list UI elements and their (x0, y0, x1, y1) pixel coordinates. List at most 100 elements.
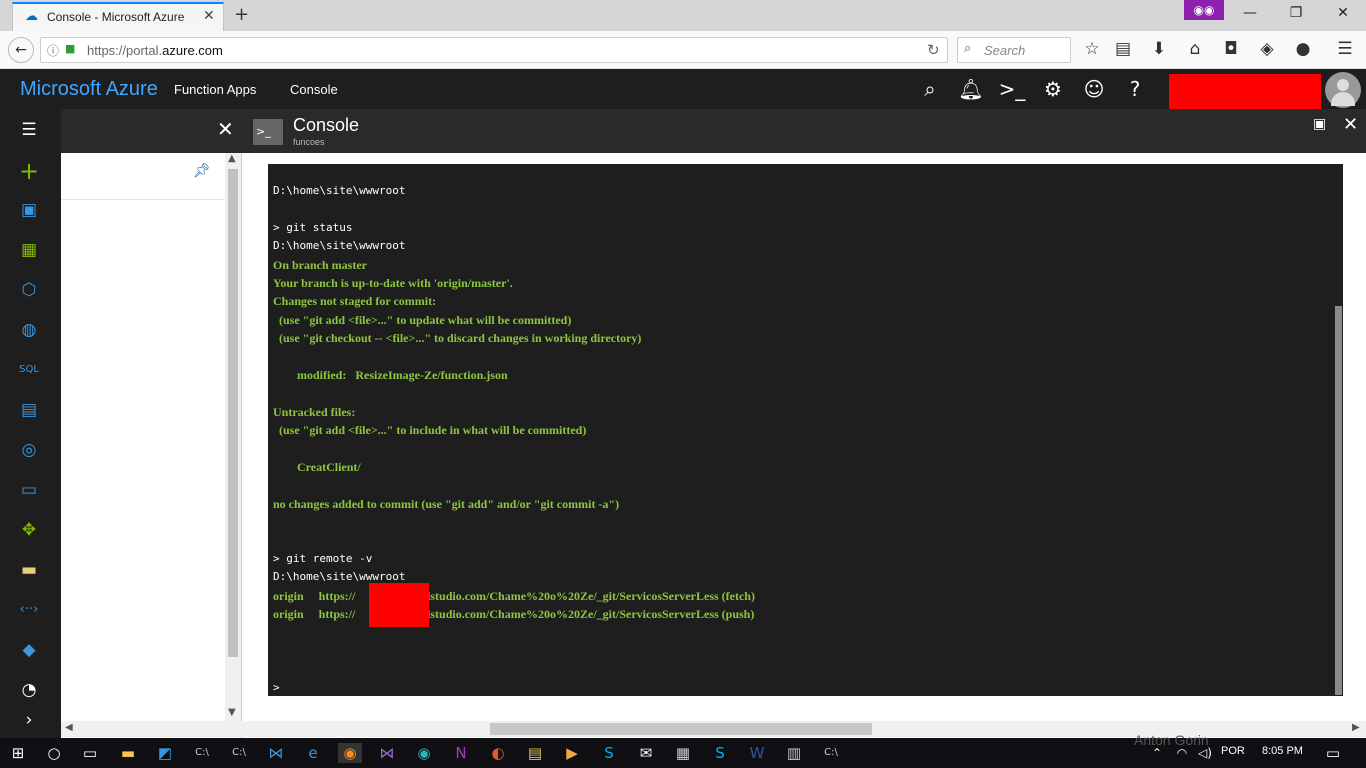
mail-icon[interactable]: ✉ (634, 743, 658, 763)
monitor-icon[interactable]: ▭ (14, 478, 44, 502)
browser-tab[interactable]: ☁ Console - Microsoft Azure ✕ (12, 2, 224, 31)
breadcrumb-console[interactable]: Console (290, 82, 338, 97)
planet-icon[interactable]: ◎ (14, 438, 44, 462)
diamond-icon[interactable]: ✥ (14, 518, 44, 542)
edge-icon[interactable]: e (301, 743, 325, 763)
grid-icon[interactable]: ▦ (14, 238, 44, 262)
url-bar[interactable]: ⓘ ■ https://portal.azure.com ↻ (40, 37, 948, 63)
shell-icon[interactable]: >_ (992, 75, 1032, 103)
home-icon[interactable]: ⌂ (1184, 39, 1206, 59)
language-indicator[interactable]: POR (1221, 745, 1245, 757)
gear-icon[interactable]: ⚙ (1033, 75, 1073, 103)
bookmark-star-icon[interactable]: ☆ (1081, 39, 1103, 59)
minimize-icon[interactable]: — (1240, 5, 1260, 21)
cmd-icon[interactable]: C:\ (190, 743, 214, 763)
clock[interactable]: 8:05 PM (1262, 745, 1303, 757)
scrollbar-thumb[interactable] (490, 723, 872, 735)
console-icon: >_ (253, 119, 283, 145)
profile-extension-icon[interactable]: ● (1292, 39, 1314, 59)
help-icon[interactable]: ? (1115, 75, 1155, 103)
extension-icon[interactable]: ◈ (1256, 39, 1278, 59)
onenote-icon[interactable]: N (449, 743, 473, 763)
divider (61, 199, 225, 200)
info-icon[interactable]: ⓘ (47, 42, 59, 59)
globe-icon[interactable]: ◍ (14, 318, 44, 342)
dashboard-icon[interactable]: ▣ (14, 198, 44, 222)
breadcrumb-function-apps[interactable]: Function Apps (174, 82, 256, 97)
smiley-icon[interactable]: ☺ (1074, 75, 1114, 103)
terminal-line: (use "git add <file>..." to update what … (273, 312, 572, 327)
maximize-icon[interactable]: ▣ (1313, 116, 1326, 132)
chevron-right-icon[interactable]: ▶ (1352, 722, 1360, 733)
pocket-icon[interactable]: ◘ (1220, 39, 1242, 59)
app-icon-2[interactable]: ◐ (486, 743, 510, 763)
skype-icon[interactable]: S (597, 743, 621, 763)
browser-tab-bar: ☁ Console - Microsoft Azure ✕ + ◉◉ — ❐ ✕ (0, 0, 1366, 31)
blade-close-icon[interactable]: ✕ (217, 117, 234, 141)
cmd-icon-2[interactable]: C:\ (227, 743, 251, 763)
azure-brand[interactable]: Microsoft Azure (20, 78, 158, 101)
tab-close-icon[interactable]: ✕ (203, 8, 215, 24)
chevron-up-icon[interactable]: ▲ (228, 153, 236, 164)
word-icon[interactable]: W (745, 743, 769, 763)
wifi-icon[interactable]: ◠ (1170, 743, 1194, 763)
plus-icon[interactable]: + (14, 159, 44, 183)
windows-start-icon[interactable]: ⊞ (6, 743, 30, 763)
url-text[interactable]: https://portal.azure.com (87, 43, 223, 58)
skype-icon-2[interactable]: S (708, 743, 732, 763)
reading-list-icon[interactable]: ▤ (1112, 39, 1134, 59)
avatar[interactable] (1325, 72, 1361, 108)
close-icon[interactable]: ✕ (1343, 114, 1358, 135)
chevron-right-icon[interactable]: › (14, 708, 44, 732)
hamburger-menu-icon[interactable]: ☰ (1334, 39, 1356, 59)
storage-icon[interactable]: ▤ (14, 398, 44, 422)
new-tab-icon[interactable]: + (234, 4, 249, 25)
media-icon[interactable]: ▶ (560, 743, 584, 763)
card-icon[interactable]: ▬ (14, 558, 44, 582)
vscode-icon[interactable]: ⋈ (264, 743, 288, 763)
notifications-icon[interactable]: ▭ (1321, 743, 1345, 763)
chevron-left-icon[interactable]: ◀ (65, 722, 73, 733)
sql-icon[interactable]: SQL (14, 358, 44, 382)
search-input[interactable]: Search (984, 43, 1025, 58)
cortana-icon[interactable]: ○ (42, 743, 66, 763)
cube-icon[interactable]: ⬡ (14, 278, 44, 302)
calculator-icon[interactable]: ▦ (671, 743, 695, 763)
app-icon[interactable]: ◉ (412, 743, 436, 763)
console-terminal[interactable]: D:\home\site\wwwroot > git status D:\home\… (268, 164, 1343, 696)
terminal-line: origin https:// .visualstudio.com/Chame%… (273, 607, 755, 622)
chevron-down-icon[interactable]: ▼ (228, 707, 236, 718)
app-icon-3[interactable]: ▥ (782, 743, 806, 763)
firefox-icon[interactable]: ◉ (338, 743, 362, 763)
pin-icon[interactable]: 📌︎ (193, 163, 211, 179)
terminal-line: Untracked files: (273, 404, 356, 419)
visual-studio-icon[interactable]: ⋈ (375, 743, 399, 763)
task-view-icon[interactable]: ▭ (78, 743, 102, 763)
bell-icon[interactable]: 🔔︎ (951, 75, 991, 103)
avatar-head (1337, 79, 1349, 91)
download-icon[interactable]: ⬇ (1148, 39, 1170, 59)
azure-storage-explorer-icon[interactable]: ◩ (153, 743, 177, 763)
restore-icon[interactable]: ❐ (1286, 5, 1306, 21)
terminal-line: (use "git checkout -- <file>..." to disc… (273, 331, 642, 346)
tray-chevron-icon[interactable]: ⌃ (1145, 743, 1169, 763)
window-close-icon[interactable]: ✕ (1333, 5, 1353, 21)
search-bar[interactable]: ⌕ Search (957, 37, 1071, 63)
gauge-icon[interactable]: ◔ (14, 678, 44, 702)
search-icon[interactable]: ⌕ (910, 75, 950, 103)
file-explorer-icon[interactable]: ▬ (116, 743, 140, 763)
redacted-account-name[interactable] (1169, 74, 1321, 110)
terminal-scrollbar[interactable] (1335, 306, 1342, 695)
notepad-icon[interactable]: ▤ (523, 743, 547, 763)
menu-icon[interactable]: ☰ (14, 118, 44, 142)
dots-icon[interactable]: ‹··› (14, 598, 44, 622)
back-icon[interactable]: ← (8, 37, 34, 63)
vertical-scrollbar[interactable]: ▲ ▼ (225, 153, 241, 723)
scrollbar-thumb[interactable] (228, 169, 238, 657)
terminal-line: (use "git add <file>..." to include in w… (273, 423, 587, 438)
reload-icon[interactable]: ↻ (927, 41, 940, 59)
volume-icon[interactable]: ◁) (1193, 743, 1217, 763)
cmd-icon-3[interactable]: C:\ (819, 743, 843, 763)
function-apps-blade: ✕ 📌︎ ▲ ▼ (61, 109, 242, 738)
git-icon[interactable]: ◆ (14, 638, 44, 662)
